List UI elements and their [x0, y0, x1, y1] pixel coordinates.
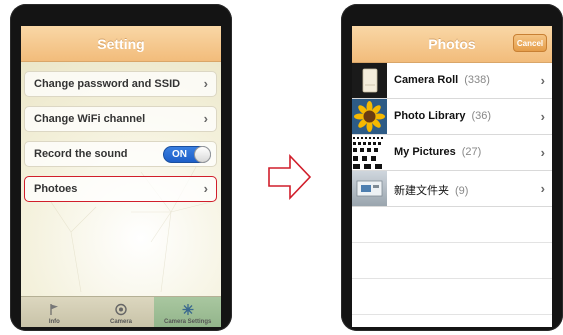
album-count: (9) [455, 185, 469, 197]
album-name: My Pictures [394, 146, 456, 158]
album-name: 新建文件夹 [394, 185, 449, 197]
sunflower-thumbnail [352, 99, 387, 134]
tab-info[interactable]: Info [21, 297, 88, 327]
camera-settings-icon [182, 304, 194, 315]
change-password-label: Change password and SSID [34, 78, 181, 90]
chevron-right-icon: › [540, 145, 545, 160]
album-row-my-pictures[interactable]: My Pictures (27) › [352, 135, 552, 171]
change-password-row[interactable]: Change password and SSID › [24, 71, 217, 97]
photoes-label: Photoes [34, 183, 78, 195]
album-label: My Pictures (27) [394, 146, 481, 158]
album-name: Photo Library [394, 110, 466, 122]
toggle-state-label: ON [172, 149, 187, 160]
album-count: (27) [461, 146, 482, 158]
camera-lens-icon [115, 303, 127, 316]
album-row-camera-roll[interactable]: Camera Roll (338) › [352, 63, 552, 99]
flag-icon [50, 304, 59, 315]
photos-screen: Photos Cancel Camera Roll (338) › Photo … [352, 26, 552, 327]
chevron-right-icon: › [540, 73, 545, 88]
empty-row [352, 279, 552, 315]
record-sound-label: Record the sound [34, 148, 128, 160]
record-sound-toggle[interactable]: ON [163, 146, 211, 163]
album-row-photo-library[interactable]: Photo Library (36) › [352, 99, 552, 135]
tab-bar: Info Camera Camera Settings [21, 296, 221, 327]
empty-row [352, 243, 552, 279]
tab-camera-settings-label: Camera Settings [164, 319, 212, 325]
sunflower-thumbnail-art [354, 101, 385, 132]
album-count: (338) [464, 74, 490, 86]
right-phone-frame: Photos Cancel Camera Roll (338) › Photo … [341, 4, 563, 331]
folder-photo-thumbnail-art [356, 180, 383, 197]
photoes-row[interactable]: Photoes › [24, 176, 217, 202]
record-sound-row: Record the sound ON [24, 141, 217, 167]
toggle-knob [194, 146, 211, 163]
album-name: Camera Roll [394, 74, 459, 86]
photos-title: Photos [428, 36, 476, 52]
right-arrow-icon [268, 154, 312, 200]
camera-roll-thumbnail-art [362, 68, 378, 93]
cancel-button[interactable]: Cancel [513, 34, 547, 52]
change-wifi-channel-row[interactable]: Change WiFi channel › [24, 106, 217, 132]
tab-camera-settings[interactable]: Camera Settings [154, 297, 221, 327]
left-phone-frame: Setting Change password and SSID › Chang… [10, 4, 232, 331]
chevron-right-icon: › [203, 76, 208, 91]
tab-camera-label: Camera [110, 319, 133, 325]
tab-info-label: Info [48, 319, 60, 325]
empty-row [352, 207, 552, 243]
settings-title: Setting [97, 35, 145, 52]
folder-photo-thumbnail [352, 171, 387, 206]
album-label: Photo Library (36) [394, 110, 491, 122]
eye-chart-thumbnail-art [353, 137, 383, 169]
eye-chart-thumbnail [352, 135, 387, 170]
camera-roll-thumbnail [352, 63, 387, 98]
tab-camera[interactable]: Camera [88, 297, 155, 327]
change-wifi-channel-label: Change WiFi channel [34, 113, 146, 125]
settings-screen: Setting Change password and SSID › Chang… [21, 26, 221, 327]
chevron-right-icon: › [540, 181, 545, 196]
settings-navbar: Setting [21, 26, 221, 62]
chevron-right-icon: › [203, 181, 208, 196]
album-label: Camera Roll (338) [394, 74, 490, 86]
album-row-new-folder[interactable]: 新建文件夹 (9) › [352, 171, 552, 207]
album-count: (36) [471, 110, 492, 122]
album-label: 新建文件夹 (9) [394, 182, 468, 198]
photos-navbar: Photos Cancel [352, 26, 552, 63]
chevron-right-icon: › [203, 111, 208, 126]
chevron-right-icon: › [540, 109, 545, 124]
